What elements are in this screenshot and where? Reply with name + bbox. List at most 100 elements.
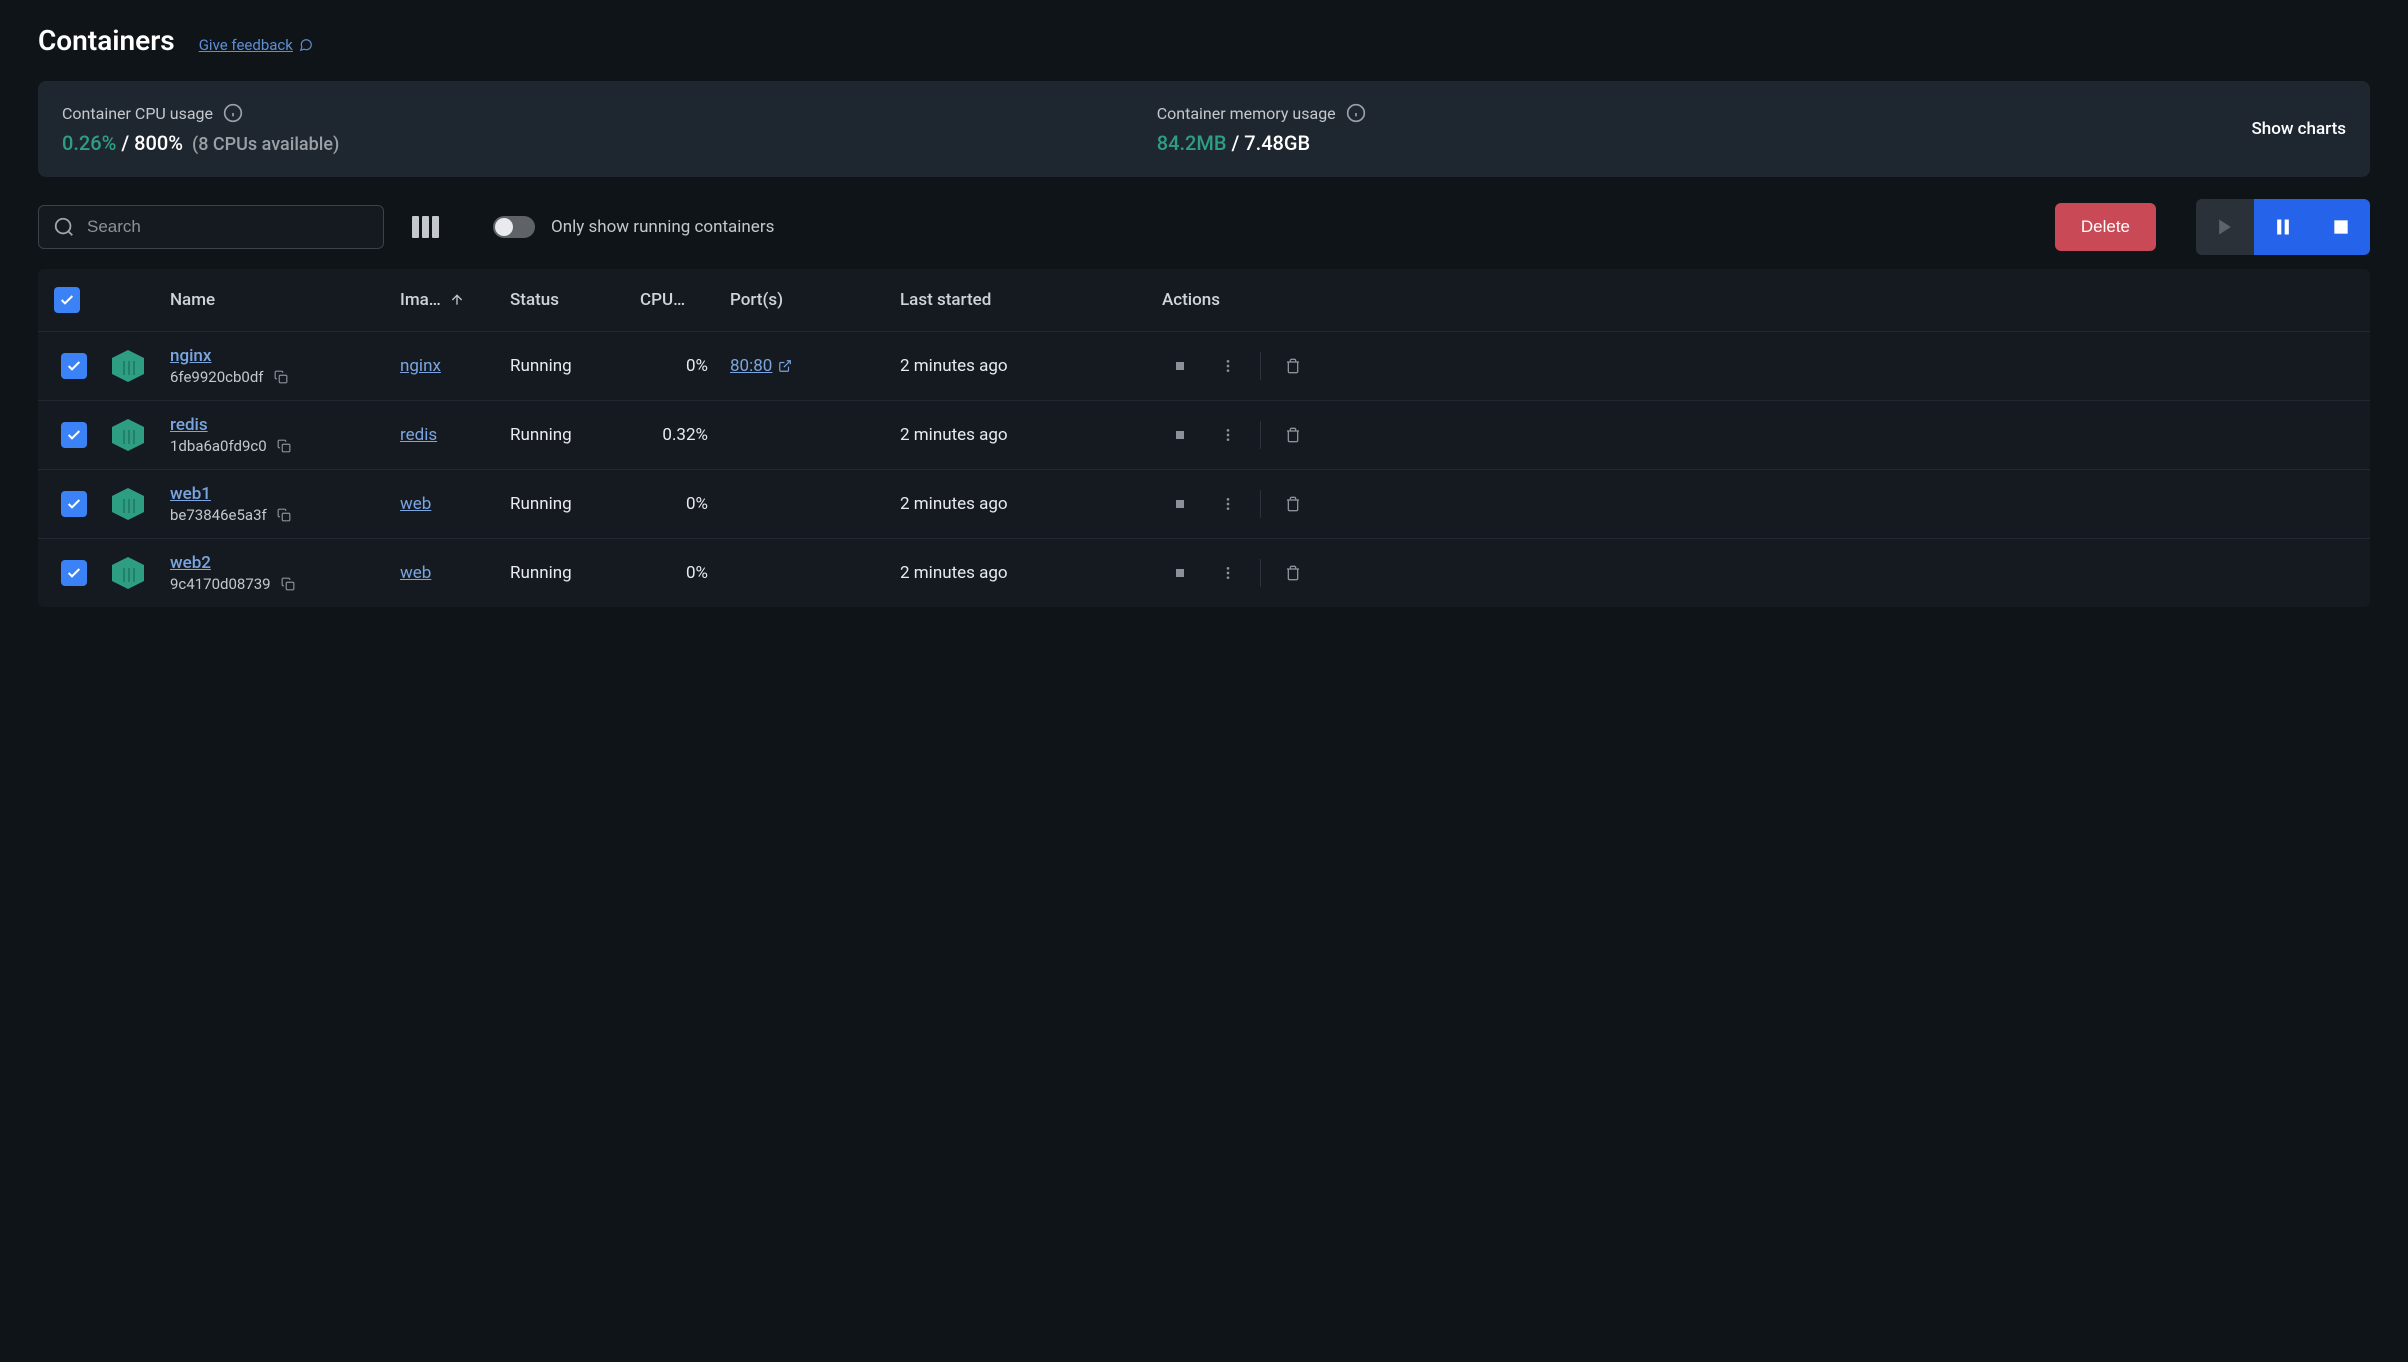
row-stop-button[interactable] xyxy=(1158,551,1202,595)
row-stop-button[interactable] xyxy=(1158,482,1202,526)
row-checkbox[interactable] xyxy=(61,560,87,586)
image-link[interactable]: web xyxy=(400,494,431,514)
select-all-checkbox[interactable] xyxy=(54,287,80,313)
stop-icon xyxy=(1172,427,1188,443)
play-button[interactable] xyxy=(2196,199,2254,255)
show-charts-button[interactable]: Show charts xyxy=(2251,119,2346,139)
copy-id-button[interactable] xyxy=(274,370,288,384)
pause-icon xyxy=(2273,217,2293,237)
search-icon xyxy=(53,216,75,238)
copy-id-button[interactable] xyxy=(277,508,291,522)
row-delete-button[interactable] xyxy=(1271,344,1315,388)
header-actions: Actions xyxy=(1150,290,2370,310)
row-stop-button[interactable] xyxy=(1158,344,1202,388)
search-input[interactable] xyxy=(87,217,369,237)
external-link-icon xyxy=(778,359,792,373)
header-ports[interactable]: Port(s) xyxy=(730,290,900,310)
stop-icon xyxy=(2331,217,2351,237)
memory-total: 7.48GB xyxy=(1244,131,1310,155)
cpu-value: 0% xyxy=(640,356,730,376)
cpu-note: (8 CPUs available) xyxy=(192,134,339,155)
row-checkbox[interactable] xyxy=(61,491,87,517)
trash-icon xyxy=(1285,565,1301,581)
row-checkbox[interactable] xyxy=(61,353,87,379)
container-icon xyxy=(110,417,146,453)
table-header: Name Ima… Status CPU… Port(s) Last start… xyxy=(38,269,2370,331)
image-link[interactable]: nginx xyxy=(400,356,441,376)
row-delete-button[interactable] xyxy=(1271,551,1315,595)
row-delete-button[interactable] xyxy=(1271,413,1315,457)
containers-table: Name Ima… Status CPU… Port(s) Last start… xyxy=(38,269,2370,607)
copy-icon xyxy=(274,370,288,384)
stop-button[interactable] xyxy=(2312,199,2370,255)
stats-panel: Container CPU usage 0.26% / 800% (8 CPUs… xyxy=(38,81,2370,177)
running-only-toggle[interactable] xyxy=(493,216,535,238)
port-link[interactable]: 80:80 xyxy=(730,356,792,376)
cpu-value: 0% xyxy=(640,494,730,514)
cpu-stat-label: Container CPU usage xyxy=(62,104,213,123)
memory-value: 84.2MB xyxy=(1157,131,1227,155)
sort-asc-icon xyxy=(449,292,465,308)
trash-icon xyxy=(1285,358,1301,374)
more-vertical-icon xyxy=(1220,358,1236,374)
container-name-link[interactable]: redis xyxy=(170,415,400,435)
copy-id-button[interactable] xyxy=(281,577,295,591)
status-text: Running xyxy=(510,494,640,514)
copy-icon xyxy=(277,508,291,522)
memory-stat: Container memory usage 84.2MB / 7.48GB xyxy=(1157,103,2228,155)
row-more-button[interactable] xyxy=(1206,551,1250,595)
stop-icon xyxy=(1172,358,1188,374)
last-started: 2 minutes ago xyxy=(900,563,1150,583)
container-name-link[interactable]: nginx xyxy=(170,346,400,366)
row-checkbox[interactable] xyxy=(61,422,87,448)
image-link[interactable]: redis xyxy=(400,425,437,445)
last-started: 2 minutes ago xyxy=(900,356,1150,376)
row-delete-button[interactable] xyxy=(1271,482,1315,526)
table-row: web2 9c4170d08739 web Running 0% 2 minut… xyxy=(38,538,2370,607)
feedback-link[interactable]: Give feedback xyxy=(199,36,313,54)
table-row: web1 be73846e5a3f web Running 0% 2 minut… xyxy=(38,469,2370,538)
container-name-link[interactable]: web1 xyxy=(170,484,400,504)
trash-icon xyxy=(1285,427,1301,443)
header-cpu[interactable]: CPU… xyxy=(640,290,730,310)
cpu-value: 0.32% xyxy=(640,425,730,445)
header-status[interactable]: Status xyxy=(510,290,640,310)
status-text: Running xyxy=(510,563,640,583)
header-image[interactable]: Ima… xyxy=(400,290,510,310)
row-more-button[interactable] xyxy=(1206,344,1250,388)
image-link[interactable]: web xyxy=(400,563,431,583)
copy-icon xyxy=(281,577,295,591)
last-started: 2 minutes ago xyxy=(900,494,1150,514)
container-id: 9c4170d08739 xyxy=(170,575,271,593)
copy-id-button[interactable] xyxy=(277,439,291,453)
trash-icon xyxy=(1285,496,1301,512)
container-name-link[interactable]: web2 xyxy=(170,553,400,573)
table-row: redis 1dba6a0fd9c0 redis Running 0.32% 2… xyxy=(38,400,2370,469)
cpu-value: 0.26% xyxy=(62,131,116,155)
cpu-value: 0% xyxy=(640,563,730,583)
toggle-label: Only show running containers xyxy=(551,217,774,237)
container-id: be73846e5a3f xyxy=(170,506,267,524)
header-last-started[interactable]: Last started xyxy=(900,290,1150,310)
table-row: nginx 6fe9920cb0df nginx Running 0% 80:8… xyxy=(38,331,2370,400)
container-icon xyxy=(110,348,146,384)
page-title: Containers xyxy=(38,24,175,57)
pause-button[interactable] xyxy=(2254,199,2312,255)
copy-icon xyxy=(277,439,291,453)
container-icon xyxy=(110,555,146,591)
header-name[interactable]: Name xyxy=(170,290,400,310)
info-icon[interactable] xyxy=(223,103,243,123)
row-more-button[interactable] xyxy=(1206,413,1250,457)
status-text: Running xyxy=(510,356,640,376)
more-vertical-icon xyxy=(1220,565,1236,581)
columns-button[interactable] xyxy=(404,208,447,246)
more-vertical-icon xyxy=(1220,427,1236,443)
info-icon[interactable] xyxy=(1346,103,1366,123)
row-more-button[interactable] xyxy=(1206,482,1250,526)
row-stop-button[interactable] xyxy=(1158,413,1202,457)
delete-button[interactable]: Delete xyxy=(2055,203,2156,251)
feedback-link-label: Give feedback xyxy=(199,36,293,54)
feedback-icon xyxy=(299,38,313,52)
search-box[interactable] xyxy=(38,205,384,249)
stop-icon xyxy=(1172,565,1188,581)
